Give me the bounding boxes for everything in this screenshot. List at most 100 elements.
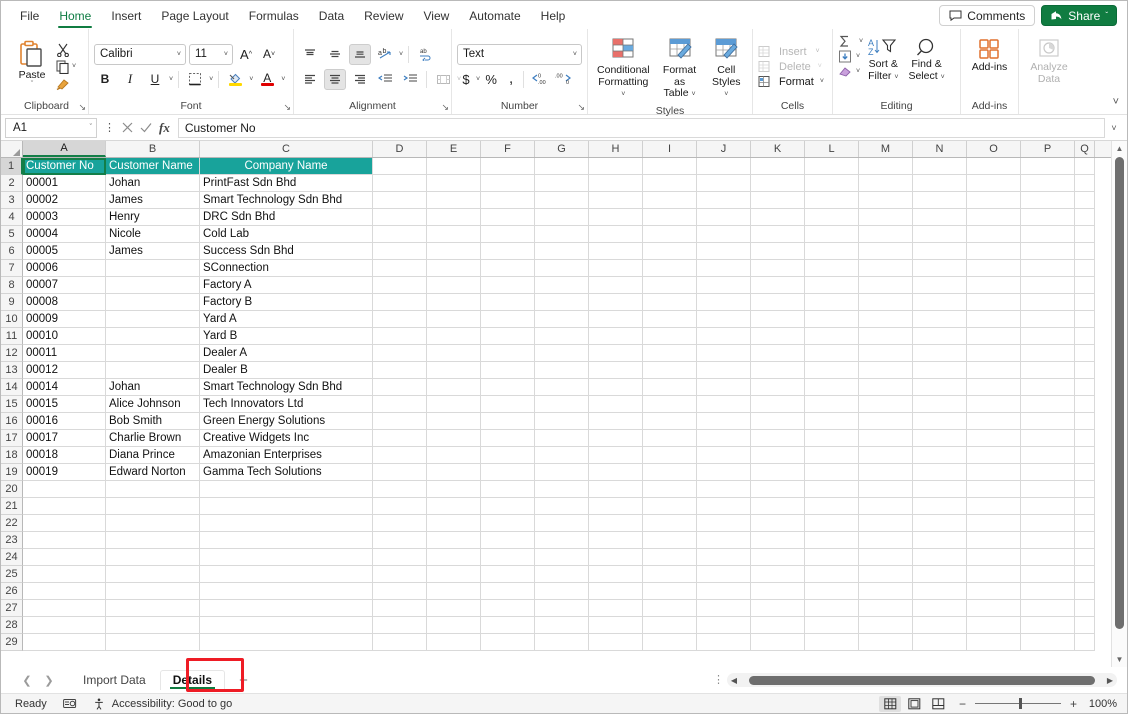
cell-B18[interactable]: Diana Prince [106, 447, 200, 464]
cell-Q6[interactable] [1075, 243, 1095, 260]
decrease-indent-button[interactable] [374, 69, 396, 90]
cell-K7[interactable] [751, 260, 805, 277]
cell-L13[interactable] [805, 362, 859, 379]
cell-L3[interactable] [805, 192, 859, 209]
cell-O25[interactable] [967, 566, 1021, 583]
cell-E3[interactable] [427, 192, 481, 209]
cell-F29[interactable] [481, 634, 535, 651]
cell-A24[interactable] [23, 549, 106, 566]
cell-F8[interactable] [481, 277, 535, 294]
cell-N22[interactable] [913, 515, 967, 532]
cell-B22[interactable] [106, 515, 200, 532]
cell-I26[interactable] [643, 583, 697, 600]
cell-B9[interactable] [106, 294, 200, 311]
cell-J11[interactable] [697, 328, 751, 345]
cell-F24[interactable] [481, 549, 535, 566]
cell-A12[interactable]: 00011 [23, 345, 106, 362]
horizontal-scrollbar[interactable]: ◀ ▶ [727, 673, 1117, 687]
cell-G29[interactable] [535, 634, 589, 651]
cell-Q4[interactable] [1075, 209, 1095, 226]
zoom-track[interactable] [975, 698, 1061, 709]
cell-I6[interactable] [643, 243, 697, 260]
cell-I23[interactable] [643, 532, 697, 549]
cell-P27[interactable] [1021, 600, 1075, 617]
font-color-caret-icon[interactable]: ˅ [281, 76, 285, 83]
row-header-12[interactable]: 12 [1, 345, 23, 362]
cell-I18[interactable] [643, 447, 697, 464]
cell-D16[interactable] [373, 413, 427, 430]
cell-N20[interactable] [913, 481, 967, 498]
cell-D5[interactable] [373, 226, 427, 243]
cell-L4[interactable] [805, 209, 859, 226]
cell-G14[interactable] [535, 379, 589, 396]
number-dialog-launcher[interactable]: ↘ [577, 102, 585, 113]
cell-L23[interactable] [805, 532, 859, 549]
cell-I13[interactable] [643, 362, 697, 379]
cell-L12[interactable] [805, 345, 859, 362]
cell-J29[interactable] [697, 634, 751, 651]
column-header-k[interactable]: K [751, 141, 805, 157]
cell-Q8[interactable] [1075, 277, 1095, 294]
cell-G5[interactable] [535, 226, 589, 243]
cell-A14[interactable]: 00014 [23, 379, 106, 396]
cell-L16[interactable] [805, 413, 859, 430]
cell-A15[interactable]: 00015 [23, 396, 106, 413]
cell-M9[interactable] [859, 294, 913, 311]
cell-G17[interactable] [535, 430, 589, 447]
conditional-formatting-button[interactable]: Conditional Formatting ˅ [593, 35, 654, 103]
cell-L18[interactable] [805, 447, 859, 464]
cell-K28[interactable] [751, 617, 805, 634]
cell-E1[interactable] [427, 158, 481, 175]
cell-F28[interactable] [481, 617, 535, 634]
cell-G13[interactable] [535, 362, 589, 379]
column-header-i[interactable]: I [643, 141, 697, 157]
cell-B7[interactable] [106, 260, 200, 277]
vscroll-thumb[interactable] [1115, 157, 1124, 629]
cell-J27[interactable] [697, 600, 751, 617]
cell-P2[interactable] [1021, 175, 1075, 192]
cell-K11[interactable] [751, 328, 805, 345]
cell-C5[interactable]: Cold Lab [200, 226, 373, 243]
clear-caret-icon[interactable]: ˅ [856, 68, 860, 75]
cell-D10[interactable] [373, 311, 427, 328]
cell-I16[interactable] [643, 413, 697, 430]
cell-O16[interactable] [967, 413, 1021, 430]
cell-I22[interactable] [643, 515, 697, 532]
cell-I15[interactable] [643, 396, 697, 413]
cell-K19[interactable] [751, 464, 805, 481]
cell-E28[interactable] [427, 617, 481, 634]
cell-E5[interactable] [427, 226, 481, 243]
cell-N15[interactable] [913, 396, 967, 413]
cell-O21[interactable] [967, 498, 1021, 515]
cell-H6[interactable] [589, 243, 643, 260]
cell-K10[interactable] [751, 311, 805, 328]
cell-N21[interactable] [913, 498, 967, 515]
row-header-2[interactable]: 2 [1, 175, 23, 192]
cell-J2[interactable] [697, 175, 751, 192]
cell-P12[interactable] [1021, 345, 1075, 362]
column-header-m[interactable]: M [859, 141, 913, 157]
cell-B19[interactable]: Edward Norton [106, 464, 200, 481]
cell-B4[interactable]: Henry [106, 209, 200, 226]
clear-button[interactable]: ˅ [838, 65, 863, 78]
row-header-19[interactable]: 19 [1, 464, 23, 481]
comma-button[interactable]: , [502, 69, 520, 90]
cell-B17[interactable]: Charlie Brown [106, 430, 200, 447]
sheet-tab-details[interactable]: Details [159, 670, 226, 690]
cell-A29[interactable] [23, 634, 106, 651]
cell-F10[interactable] [481, 311, 535, 328]
cell-N28[interactable] [913, 617, 967, 634]
cell-P28[interactable] [1021, 617, 1075, 634]
accessibility-status[interactable]: Accessibility: Good to go [85, 698, 240, 710]
orientation-button[interactable]: ab [374, 44, 396, 65]
fill-color-caret-icon[interactable]: ˅ [249, 76, 253, 83]
cell-C8[interactable]: Factory A [200, 277, 373, 294]
cell-N24[interactable] [913, 549, 967, 566]
cell-C12[interactable]: Dealer A [200, 345, 373, 362]
cell-N8[interactable] [913, 277, 967, 294]
cell-B8[interactable] [106, 277, 200, 294]
scroll-up-arrow-icon[interactable]: ▲ [1112, 141, 1128, 156]
cell-G4[interactable] [535, 209, 589, 226]
cell-D23[interactable] [373, 532, 427, 549]
cell-P5[interactable] [1021, 226, 1075, 243]
